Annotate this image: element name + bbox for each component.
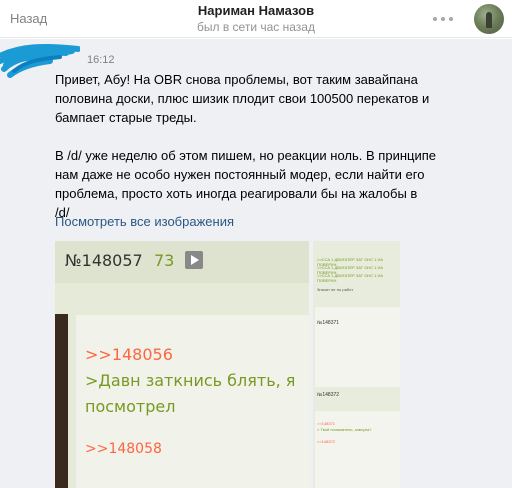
message-paragraph-1: Привет, Абу! На OBR снова проблемы, вот … <box>55 72 430 125</box>
avatar[interactable] <box>474 4 504 34</box>
post-number: №148057 <box>65 251 143 270</box>
message-time: 16:12 <box>87 54 115 66</box>
tiny-greentext: > Твой полиматель, завхуна? <box>317 427 372 432</box>
message-text: Привет, Абу! На OBR снова проблемы, вот … <box>55 70 475 222</box>
reply-count: 73 <box>154 251 175 270</box>
attached-image-main[interactable]: №148057 73 >>148056 >Давн заткнись блять… <box>55 241 309 488</box>
message-paragraph-2: В /d/ уже неделю об этом пишем, но реакц… <box>55 148 436 220</box>
greentext-line: >Давн заткнись блять, я <box>85 371 296 390</box>
attached-image-side[interactable]: >>ССА 1 ДВИГАТЕР ЗАТ ОНС 1 НА ПОВЕРХН >>… <box>313 241 400 488</box>
reply-link: >>148058 <box>85 441 162 457</box>
view-all-images-link[interactable]: Посмотреть все изображения <box>55 214 234 229</box>
tiny-post-number: №148372 <box>317 392 340 398</box>
chat-header: Назад Нариман Намазов был в сети час наз… <box>0 0 512 38</box>
play-icon <box>185 251 203 269</box>
more-options-icon[interactable] <box>433 17 453 21</box>
last-seen-status: был в сети час назад <box>197 20 315 34</box>
image-dark-strip <box>55 314 68 488</box>
tiny-reply-link: >>148371 <box>317 421 336 426</box>
chat-title-block[interactable]: Нариман Намазов был в сети час назад <box>120 3 392 36</box>
greentext-line: посмотрел <box>85 397 176 416</box>
reply-link: >>148056 <box>85 345 173 364</box>
tiny-reply-link: >>148372 <box>317 439 336 444</box>
side-panel <box>315 307 400 387</box>
tiny-text: >>ССА 1 ДВИГАТЕР ЗАТ ОНС 1 НА ПОВЕРХН <box>317 273 384 283</box>
back-button[interactable]: Назад <box>10 11 47 26</box>
chat-title[interactable]: Нариман Намазов <box>120 3 392 19</box>
tiny-post-number: №148371 <box>317 320 340 326</box>
tiny-text: Значит не ты работ <box>317 287 354 292</box>
